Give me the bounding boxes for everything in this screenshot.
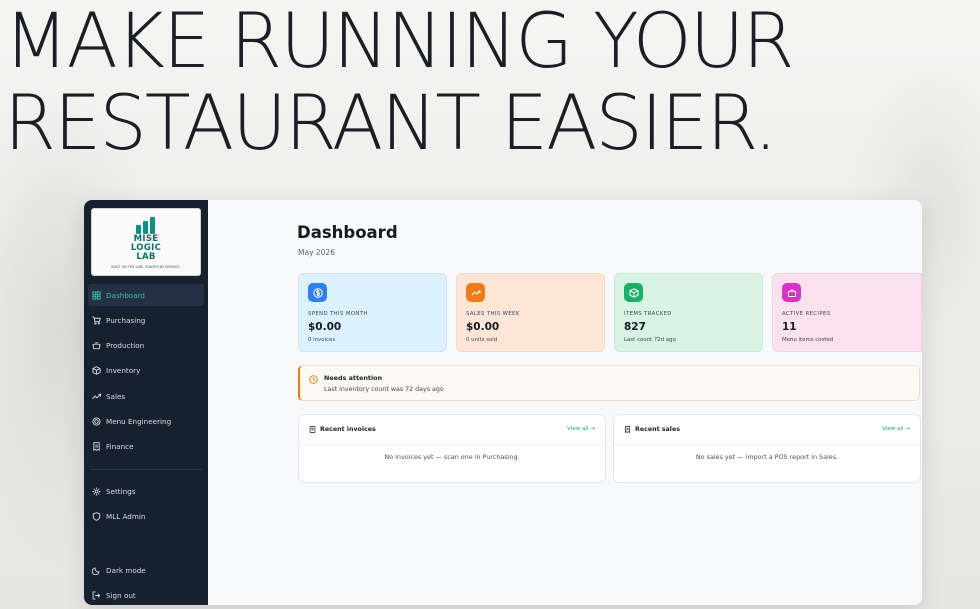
sidebar-item-production[interactable]: Production bbox=[88, 335, 204, 357]
cart-icon bbox=[92, 316, 101, 325]
empty-state-text: No invoices yet — scan one in Purchasing… bbox=[384, 453, 520, 461]
sidebar: MISE LOGIC LAB BUILT ON THE LINE. SHAPED… bbox=[84, 200, 208, 605]
sidebar-item-finance[interactable]: Finance bbox=[88, 436, 204, 458]
sidebar-item-label: Dashboard bbox=[106, 290, 145, 300]
view-all-sales-link[interactable]: View all → bbox=[882, 426, 910, 432]
sign-out-button[interactable]: Sign out bbox=[88, 584, 204, 605]
document-icon bbox=[309, 426, 316, 433]
panel-header: Recent invoices View all → bbox=[299, 415, 605, 445]
stat-note: Menu items costed bbox=[782, 337, 834, 343]
hero-line-1: MAKE RUNNING YOUR bbox=[4, 0, 795, 85]
box-icon bbox=[624, 283, 643, 302]
page-subtitle: May 2026 bbox=[298, 248, 335, 257]
stat-note: Last count 72d ago bbox=[624, 337, 676, 343]
stat-label: ITEMS TRACKED bbox=[624, 311, 672, 317]
receipt-icon bbox=[625, 426, 630, 433]
alert-body: Last inventory count was 72 days ago bbox=[324, 386, 444, 393]
receipt-icon bbox=[92, 442, 101, 452]
app-window: MISE LOGIC LAB BUILT ON THE LINE. SHAPED… bbox=[84, 200, 922, 605]
dollar-icon bbox=[308, 283, 327, 302]
hero-headline: MAKE RUNNING YOUR RESTAURANT EASIER. bbox=[4, 0, 964, 164]
view-all-invoices-link[interactable]: View all → bbox=[567, 426, 595, 432]
sidebar-item-dashboard[interactable]: Dashboard bbox=[88, 284, 204, 306]
stat-card-recipes[interactable]: ACTIVE RECIPES 11 Menu items costed bbox=[772, 273, 922, 352]
sidebar-nav: Dashboard Purchasing Production Inventor… bbox=[84, 284, 208, 461]
panel-header: Recent sales View all → bbox=[614, 415, 920, 445]
clock-icon bbox=[309, 375, 318, 384]
sidebar-item-label: MLL Admin bbox=[106, 511, 146, 521]
dark-mode-toggle[interactable]: Dark mode bbox=[88, 559, 204, 581]
sidebar-admin-nav: Settings MLL Admin bbox=[84, 480, 208, 531]
stat-card-items[interactable]: ITEMS TRACKED 827 Last count 72d ago bbox=[614, 273, 763, 352]
stat-card-sales[interactable]: SALES THIS WEEK $0.00 0 units sold bbox=[456, 273, 605, 352]
sidebar-divider bbox=[90, 469, 202, 470]
sidebar-item-sales[interactable]: Sales bbox=[88, 385, 204, 407]
panel-title: Recent invoices bbox=[320, 426, 376, 433]
stat-value: 827 bbox=[624, 321, 646, 333]
sidebar-footer-nav: Dark mode Sign out bbox=[84, 559, 208, 605]
sidebar-item-settings[interactable]: Settings bbox=[88, 480, 204, 502]
sidebar-item-purchasing[interactable]: Purchasing bbox=[88, 309, 204, 331]
sidebar-item-label: Production bbox=[106, 341, 145, 351]
sign-out-icon bbox=[92, 591, 101, 600]
sidebar-item-label: Dark mode bbox=[106, 565, 146, 575]
trend-up-icon bbox=[466, 283, 485, 302]
logo-bars-icon bbox=[136, 217, 158, 234]
gear-icon bbox=[92, 487, 101, 496]
sidebar-item-label: Sign out bbox=[106, 590, 136, 600]
sidebar-item-label: Sales bbox=[106, 391, 126, 401]
panel-title: Recent sales bbox=[635, 426, 680, 433]
sidebar-item-label: Menu Engineering bbox=[106, 416, 172, 426]
sidebar-item-mll-admin[interactable]: MLL Admin bbox=[88, 505, 204, 527]
stat-value: $0.00 bbox=[466, 321, 500, 333]
hero-line-2: RESTAURANT EASIER. bbox=[4, 78, 778, 167]
recent-sales-panel: Recent sales View all → No sales yet — i… bbox=[613, 414, 921, 483]
sidebar-item-label: Finance bbox=[106, 442, 134, 452]
main-content: Dashboard May 2026 SPEND THIS MONTH $0.0… bbox=[208, 200, 922, 605]
box-icon bbox=[92, 366, 101, 376]
needs-attention-alert[interactable]: Needs attention Last inventory count was… bbox=[298, 365, 920, 401]
sidebar-item-label: Settings bbox=[106, 486, 136, 496]
stat-note: 0 units sold bbox=[466, 337, 498, 343]
sidebar-item-label: Purchasing bbox=[106, 315, 146, 325]
stat-label: SPEND THIS MONTH bbox=[308, 311, 368, 317]
sidebar-item-label: Inventory bbox=[106, 366, 141, 376]
stat-label: SALES THIS WEEK bbox=[466, 311, 520, 317]
stat-card-spend[interactable]: SPEND THIS MONTH $0.00 0 invoices bbox=[298, 273, 447, 352]
shield-icon bbox=[92, 512, 101, 521]
stat-note: 0 invoices bbox=[308, 337, 336, 343]
alert-title: Needs attention bbox=[324, 374, 383, 382]
stat-value: $0.00 bbox=[308, 321, 342, 333]
sidebar-item-menu-engineering[interactable]: Menu Engineering bbox=[88, 410, 204, 432]
dashboard-grid-icon bbox=[92, 290, 101, 300]
moon-icon bbox=[92, 566, 101, 575]
brand-logo[interactable]: MISE LOGIC LAB BUILT ON THE LINE. SHAPED… bbox=[91, 208, 201, 276]
trend-up-icon bbox=[92, 392, 101, 401]
logo-tagline: BUILT ON THE LINE. SHAPED BY SERVICE. bbox=[111, 265, 181, 269]
stat-label: ACTIVE RECIPES bbox=[782, 311, 831, 317]
pot-icon bbox=[782, 283, 801, 302]
recent-invoices-panel: Recent invoices View all → No invoices y… bbox=[298, 414, 606, 483]
pot-icon bbox=[92, 341, 101, 350]
target-icon bbox=[92, 417, 101, 426]
page-title: Dashboard bbox=[297, 223, 398, 242]
empty-state-text: No sales yet — import a POS report in Sa… bbox=[695, 453, 839, 461]
sidebar-item-inventory[interactable]: Inventory bbox=[88, 360, 204, 382]
logo-word-3: LAB bbox=[136, 252, 156, 262]
stat-value: 11 bbox=[782, 321, 797, 333]
